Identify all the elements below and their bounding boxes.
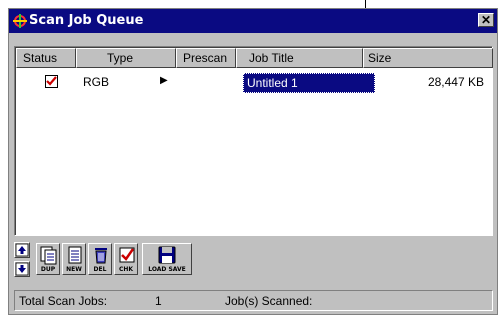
job-title-cell[interactable]: Untitled 1 [243,73,375,93]
checkmark-icon [46,76,57,86]
check-icon [119,247,135,263]
check-label: CHK [118,266,134,273]
floppy-disk-icon [158,246,176,264]
duplicate-button[interactable]: DUP [36,243,60,275]
column-header-row: Status Type Prescan Job Title Size [16,48,493,68]
load-save-button[interactable]: LOAD SAVE [142,243,192,275]
delete-button[interactable]: DEL [88,243,112,275]
job-list[interactable]: Status Type Prescan Job Title Size RGB ▶… [14,46,493,236]
check-button[interactable]: CHK [114,243,138,275]
column-header-job-title[interactable]: Job Title [236,48,363,68]
total-scan-jobs-label: Total Scan Jobs: [19,294,108,308]
job-toolbar: DUP NEW DEL CHK LOAD SAVE [14,240,274,280]
new-document-icon [68,246,82,264]
jobs-scanned-label: Job(s) Scanned: [225,294,313,308]
duplicate-label: DUP [40,266,56,273]
column-header-type[interactable]: Type [76,48,176,68]
prescan-arrow-icon[interactable]: ▶ [160,75,168,86]
total-scan-jobs-value: 1 [155,294,162,308]
arrow-up-icon [15,243,29,257]
job-type: RGB [83,75,110,89]
move-down-button[interactable] [14,261,30,277]
status-checkbox[interactable] [45,75,58,88]
column-header-status[interactable]: Status [16,48,76,68]
column-header-size[interactable]: Size [363,48,493,68]
job-row[interactable]: RGB ▶ Untitled 1 28,447 KB [16,72,492,94]
new-button[interactable]: NEW [62,243,86,275]
trash-icon [95,248,107,264]
move-up-button[interactable] [14,242,30,258]
delete-label: DEL [93,266,107,273]
duplicate-icon [40,246,57,265]
app-icon [13,14,27,28]
close-icon: ✕ [480,13,492,27]
window-title: Scan Job Queue [29,13,144,28]
close-button[interactable]: ✕ [478,13,494,27]
scan-job-queue-window: Scan Job Queue ✕ Status Type Prescan Job… [8,8,498,315]
title-bar[interactable]: Scan Job Queue ✕ [9,9,497,33]
column-header-prescan[interactable]: Prescan [176,48,236,68]
load-save-label: LOAD SAVE [148,266,186,273]
status-bar: Total Scan Jobs: 1 Job(s) Scanned: [14,290,493,311]
job-size: 28,447 KB [427,75,484,89]
arrow-down-icon [15,262,29,276]
new-label: NEW [66,266,82,273]
